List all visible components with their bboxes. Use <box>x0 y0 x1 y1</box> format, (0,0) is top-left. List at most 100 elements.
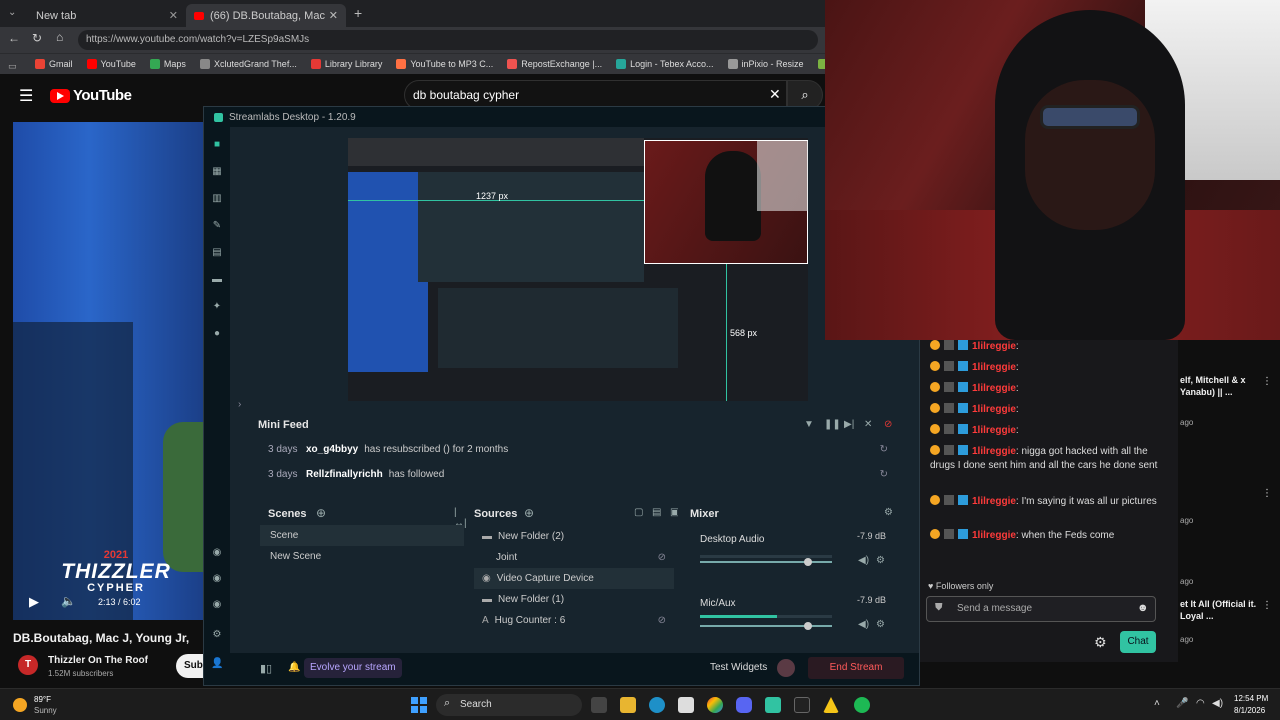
chat-username[interactable]: 1lilreggie <box>972 341 1016 352</box>
channel-settings-icon[interactable]: ⚙ <box>876 619 885 630</box>
source-item[interactable]: A Hug Counter : 6 ⊘ <box>474 610 674 631</box>
hidden-icon[interactable]: ⊘ <box>658 552 666 563</box>
play-icon[interactable]: ▶ <box>29 594 39 610</box>
speaker-icon[interactable]: ◀) <box>858 555 869 566</box>
subscribe-button[interactable]: Sub <box>176 654 204 678</box>
add-scene-icon[interactable]: ⊕ <box>316 506 326 520</box>
replay-icon[interactable]: ↻ <box>880 469 888 480</box>
layout-icon[interactable]: ▥ <box>211 193 223 205</box>
close-icon[interactable]: ✕ <box>329 9 338 22</box>
chat-settings-icon[interactable]: ⚙ <box>1094 634 1107 651</box>
themes-icon[interactable]: ✎ <box>211 220 223 232</box>
pause-icon[interactable]: ❚❚ <box>824 419 841 430</box>
chat-send-button[interactable]: Chat <box>1120 631 1156 653</box>
source-item[interactable]: ◉ Video Capture Device <box>474 568 674 589</box>
replay-icon[interactable]: ↻ <box>880 444 888 455</box>
recommended-title[interactable]: et It All (Official it. Loyal ... <box>1180 598 1260 622</box>
file-explorer-icon[interactable] <box>620 697 636 713</box>
volume-icon[interactable]: 🔈 <box>61 594 76 608</box>
source-properties-icon[interactable]: ▣ <box>670 507 678 518</box>
more-options-icon[interactable]: ⋮ <box>1262 600 1272 611</box>
expand-icon[interactable]: › <box>238 399 241 410</box>
close-icon[interactable]: ✕ <box>169 9 178 22</box>
channel-avatar[interactable]: T <box>18 655 38 675</box>
volume-slider[interactable] <box>700 622 832 630</box>
evolve-button[interactable]: Evolve your stream <box>304 658 402 678</box>
end-stream-button[interactable]: End Stream <box>808 657 904 679</box>
app-icon[interactable] <box>794 697 810 713</box>
channel-name[interactable]: Thizzler On The Roof <box>48 655 148 666</box>
channel-settings-icon[interactable]: ⚙ <box>876 555 885 566</box>
slider-handle[interactable] <box>804 622 812 630</box>
chat-username[interactable]: 1lilreggie <box>972 446 1016 457</box>
recommended-title[interactable]: elf, Mitchell & x Yanabu) || ... <box>1180 374 1260 398</box>
highlighter-icon[interactable]: ✦ <box>211 301 223 313</box>
chat-username[interactable]: 1lilreggie <box>972 362 1016 373</box>
source-item[interactable]: ▬ New Folder (1) <box>474 589 674 610</box>
volume-icon[interactable]: ◀) <box>1212 698 1223 709</box>
mic-icon[interactable]: 🎤 <box>1176 698 1188 709</box>
apps-icon[interactable]: ▬ <box>211 274 223 286</box>
reload-icon[interactable]: ↻ <box>32 31 42 45</box>
video-player[interactable]: 2021 THIZZLER CYPHER ▶ 🔈 2:13 / 6:02 <box>13 122 203 620</box>
mute-alerts-icon[interactable]: ✕ <box>864 419 872 430</box>
bookmark-item[interactable]: Login - Tebex Acco... <box>616 59 714 69</box>
scene-item[interactable]: Scene <box>260 525 464 546</box>
source-folder-icon[interactable]: ▤ <box>652 507 661 518</box>
disable-icon[interactable]: ⊘ <box>884 419 892 430</box>
bookmark-item[interactable]: Maps <box>149 59 186 69</box>
youtube-logo[interactable]: YouTube <box>50 87 132 104</box>
tab-new-tab[interactable]: New tab ✕ <box>28 4 186 27</box>
emote-icon[interactable]: ☻ <box>1137 602 1149 614</box>
preview-webcam-source[interactable] <box>644 140 808 264</box>
chat-username[interactable]: 1lilreggie <box>972 496 1016 507</box>
editor-icon[interactable]: ■ <box>211 139 223 151</box>
source-layout-icon[interactable]: ▢ <box>634 507 643 518</box>
back-icon[interactable]: ← <box>8 31 20 45</box>
home-icon[interactable]: ⌂ <box>56 30 63 44</box>
bookmark-item[interactable]: YouTube to MP3 C... <box>396 59 493 69</box>
streamlabs-icon[interactable] <box>765 697 781 713</box>
more-options-icon[interactable]: ⋮ <box>1262 488 1272 499</box>
bookmark-item[interactable]: XclutedGrand Thef... <box>199 59 297 69</box>
tab-search-icon[interactable]: ⌄ <box>8 7 16 18</box>
alert-icon[interactable]: ◉ <box>211 547 223 559</box>
scene-item[interactable]: New Scene <box>260 546 464 567</box>
warning-icon[interactable] <box>823 697 839 713</box>
store-icon[interactable]: ▤ <box>211 247 223 259</box>
address-bar[interactable]: https://www.youtube.com/watch?v=LZESp9aS… <box>78 30 818 50</box>
bookmark-item[interactable]: inPixio - Resize <box>727 59 804 69</box>
plugin-icon[interactable]: ◉ <box>211 599 223 611</box>
apps-icon[interactable]: ▭ <box>8 61 17 72</box>
slider-handle[interactable] <box>804 558 812 566</box>
store-icon[interactable] <box>678 697 694 713</box>
record-icon[interactable]: ● <box>211 328 223 340</box>
bookmark-item[interactable]: Library Library <box>310 59 382 69</box>
tray-chevron-icon[interactable]: ˄ <box>1154 698 1160 709</box>
bookmark-item[interactable]: Gmail <box>35 59 73 69</box>
mixer-settings-icon[interactable]: ⚙ <box>884 507 893 518</box>
skip-icon[interactable]: ▶| <box>844 419 854 430</box>
weather-temp[interactable]: 89°F <box>34 695 51 704</box>
performance-icon[interactable]: ▮▯ <box>260 662 272 675</box>
hidden-icon[interactable]: ⊘ <box>658 615 666 626</box>
chat-username[interactable]: 1lilreggie <box>972 404 1016 415</box>
filter-icon[interactable]: ▼ <box>804 419 814 430</box>
windows-start-icon[interactable] <box>411 697 427 713</box>
chat-username[interactable]: 1lilreggie <box>972 530 1016 541</box>
source-item[interactable]: Joint ⊘ <box>474 547 674 568</box>
bookmark-item[interactable]: YouTube <box>86 59 136 69</box>
record-button[interactable] <box>777 659 795 677</box>
task-view-icon[interactable] <box>591 697 607 713</box>
widget-icon[interactable]: ◉ <box>211 573 223 585</box>
clear-search-icon[interactable]: ✕ <box>769 86 781 103</box>
spotify-icon[interactable] <box>854 697 870 713</box>
chat-username[interactable]: 1lilreggie <box>972 383 1016 394</box>
wifi-icon[interactable]: ◠ <box>1196 698 1205 709</box>
test-widgets-button[interactable]: Test Widgets <box>710 662 767 673</box>
chat-username[interactable]: 1lilreggie <box>972 425 1016 436</box>
profile-icon[interactable]: 👤 <box>211 658 223 670</box>
more-options-icon[interactable]: ⋮ <box>1262 376 1272 387</box>
volume-slider[interactable] <box>700 558 832 566</box>
source-item[interactable]: ▬ New Folder (2) <box>474 526 674 547</box>
